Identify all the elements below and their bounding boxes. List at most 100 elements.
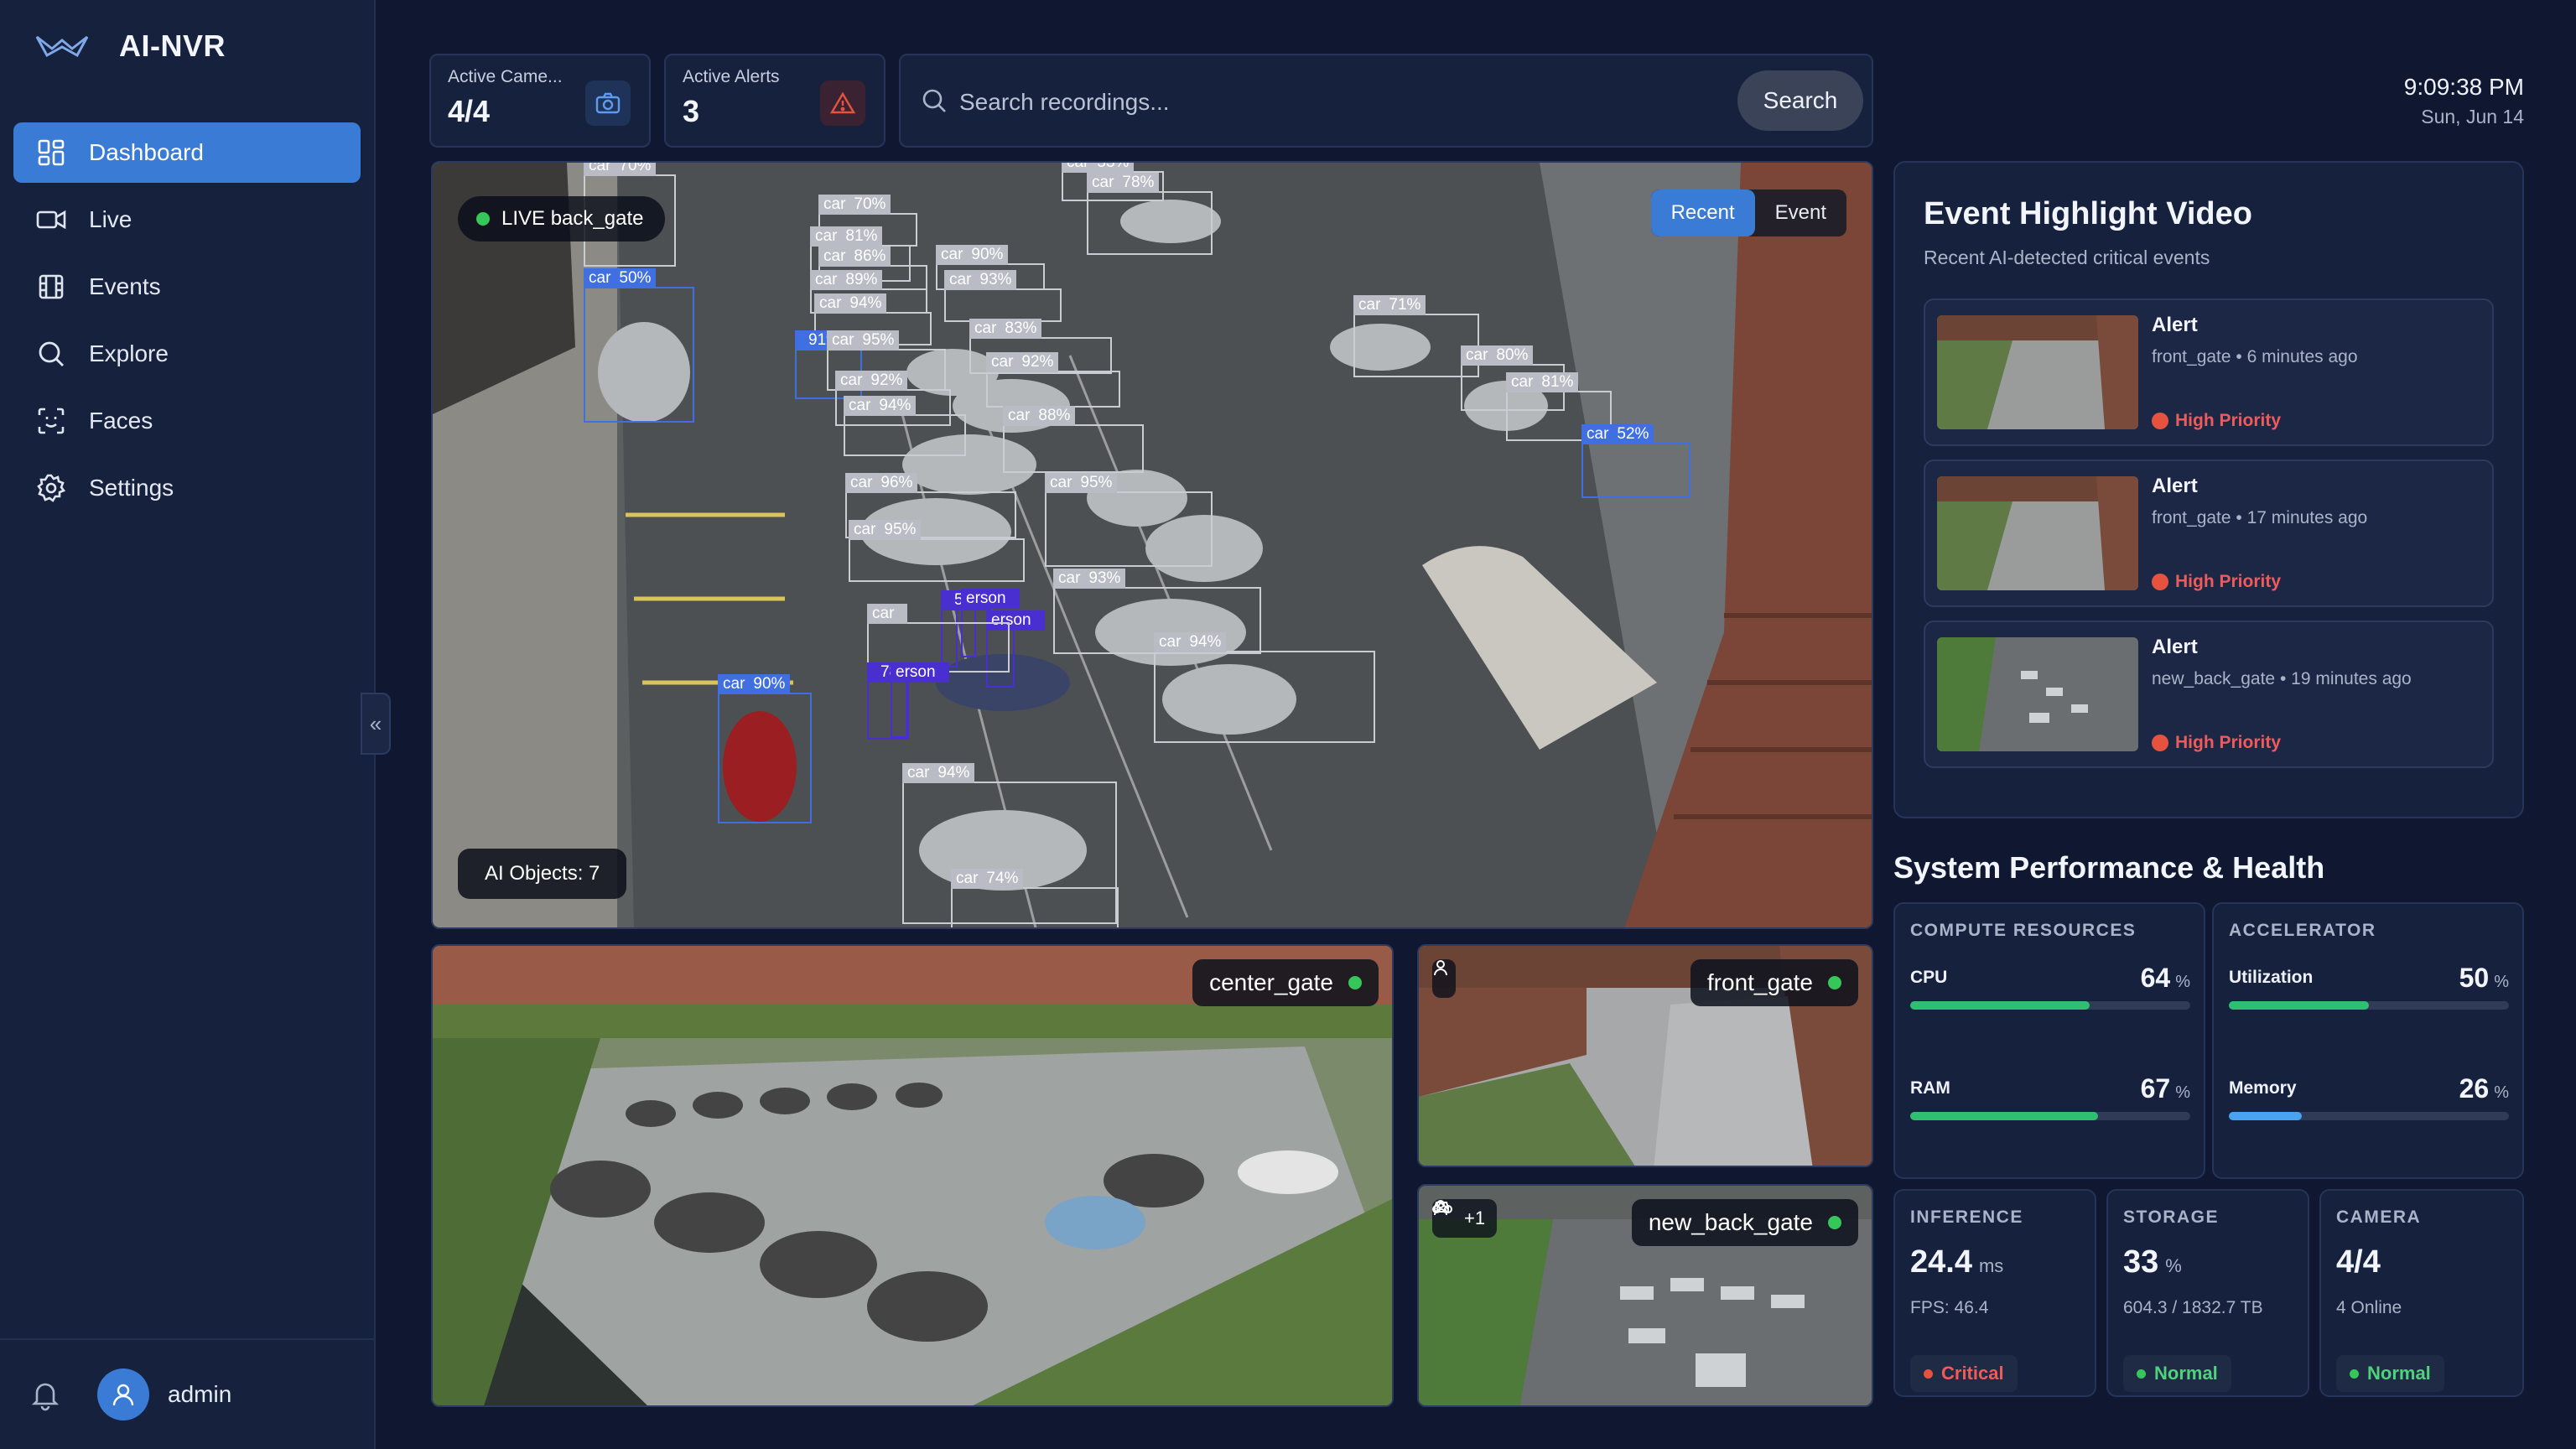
username[interactable]: admin <box>168 1381 231 1408</box>
detection-label: car <box>867 604 908 624</box>
event-thumbnail <box>1937 476 2138 590</box>
event-card[interactable]: Alert new_back_gate • 19 minutes ago Hig… <box>1924 621 2494 768</box>
metric-value: 67% <box>2140 1073 2190 1104</box>
storage-value: 33% <box>2123 1244 2182 1280</box>
detection-label: car 94% <box>902 763 975 783</box>
storage-panel: STORAGE 33% 604.3 / 1832.7 TB Normal <box>2106 1189 2309 1397</box>
priority-dot <box>2152 574 2168 590</box>
detection-box: erson <box>891 662 949 738</box>
detection-label: car 70% <box>818 195 891 215</box>
metric-label: Utilization <box>2229 968 2314 987</box>
detection-label: car 52% <box>1581 424 1654 444</box>
ai-objects-count: AI Objects: 7 <box>458 849 627 899</box>
compute-resources-panel: COMPUTE RESOURCES CPU 64% RAM 67% <box>1893 902 2205 1179</box>
warning-icon <box>820 80 865 126</box>
live-indicator: LIVE back_gate <box>458 196 666 242</box>
status-badge: Normal <box>2336 1355 2444 1392</box>
search-icon <box>35 338 67 370</box>
camera-tile-new-back-gate[interactable]: +1 new_back_gate <box>1417 1184 1873 1407</box>
avatar[interactable] <box>97 1368 149 1420</box>
event-title: Alert <box>2152 475 2198 497</box>
detection-label: car 81% <box>810 226 883 247</box>
sidebar-nav: Dashboard Live Events Explore Faces Sett… <box>13 122 361 525</box>
detection-box: car 94% <box>844 396 966 456</box>
view-toggle: Recent Event <box>1650 190 1846 236</box>
search-input[interactable] <box>958 75 1716 129</box>
detection-label: car 78% <box>1087 173 1160 193</box>
sidebar-item-dashboard[interactable]: Dashboard <box>13 122 361 183</box>
tab-event[interactable]: Event <box>1755 190 1846 236</box>
clock-time: 9:09:38 PM <box>2403 74 2524 100</box>
sidebar-item-faces[interactable]: Faces <box>13 391 361 451</box>
detection-label: car 96% <box>845 473 918 493</box>
utilization-bar <box>2229 1001 2509 1010</box>
main-camera-feed[interactable]: car 70% car 50% car 53% car 78% car 70% car 81… <box>431 161 1873 929</box>
detection-label: car 93% <box>944 270 1017 290</box>
detection-label: car 95% <box>849 520 922 540</box>
camera-name-label: new_back_gate <box>1631 1199 1858 1246</box>
tab-recent[interactable]: Recent <box>1650 190 1755 236</box>
event-card[interactable]: Alert front_gate • 17 minutes ago High P… <box>1924 460 2494 607</box>
app-name: AI-NVR <box>119 29 226 63</box>
detection-label: car 90% <box>718 674 791 694</box>
active-alerts-card: Active Alerts 3 <box>664 54 886 148</box>
panel-heading: CAMERA <box>2336 1208 2422 1227</box>
event-panel-title: Event Highlight Video <box>1924 196 2252 231</box>
sidebar-item-label: Faces <box>89 408 153 434</box>
bar-fill <box>2229 1112 2302 1120</box>
detection-label: car 94% <box>844 396 917 416</box>
event-meta: front_gate • 17 minutes ago <box>2152 508 2368 527</box>
detection-label: car 89% <box>810 270 883 290</box>
priority-badge: High Priority <box>2152 733 2281 753</box>
detection-label: car 81% <box>1506 372 1579 392</box>
sidebar-item-live[interactable]: Live <box>13 190 361 250</box>
film-icon <box>35 271 67 303</box>
bell-icon[interactable] <box>29 1378 62 1411</box>
chevron-double-left-icon: « <box>369 710 382 736</box>
event-meta: new_back_gate • 19 minutes ago <box>2152 669 2412 688</box>
panel-heading: INFERENCE <box>1910 1208 2023 1227</box>
sidebar-item-events[interactable]: Events <box>13 257 361 317</box>
event-panel-subtitle: Recent AI-detected critical events <box>1924 247 2210 268</box>
online-status-dot <box>1828 976 1841 989</box>
camera-tile-center-gate[interactable]: center_gate <box>431 944 1394 1407</box>
detection-box: car 95% <box>1045 473 1213 567</box>
panel-heading: ACCELERATOR <box>2229 921 2376 940</box>
camera-count-value: 4/4 <box>2336 1244 2381 1280</box>
live-camera-name: LIVE back_gate <box>501 207 644 230</box>
cameras-online: 4 Online <box>2336 1298 2402 1317</box>
collapse-sidebar-button[interactable]: « <box>361 693 391 755</box>
search-button[interactable]: Search <box>1737 70 1863 131</box>
sidebar-item-settings[interactable]: Settings <box>13 458 361 518</box>
detection-badge <box>1432 959 1456 998</box>
detection-box: car 52% <box>1581 424 1690 498</box>
detection-label: car 92% <box>986 352 1059 372</box>
event-card[interactable]: Alert front_gate • 6 minutes ago High Pr… <box>1924 299 2494 446</box>
metric-label: RAM <box>1910 1078 1950 1098</box>
event-title: Alert <box>2152 636 2198 658</box>
camera-tile-front-gate[interactable]: front_gate <box>1417 944 1873 1167</box>
panel-heading: COMPUTE RESOURCES <box>1910 921 2137 940</box>
event-thumbnail <box>1937 315 2138 429</box>
performance-title: System Performance & Health <box>1893 850 2325 885</box>
sidebar-item-explore[interactable]: Explore <box>13 324 361 384</box>
detection-label: car 88% <box>1003 406 1076 426</box>
detection-label: car 86% <box>818 247 891 267</box>
detection-box: car 93% <box>944 270 1062 322</box>
status-badge: Normal <box>2123 1355 2231 1392</box>
inference-fps: FPS: 46.4 <box>1910 1298 1989 1317</box>
detection-box: car 95% <box>849 520 1025 582</box>
metric-value: 64% <box>2140 963 2190 993</box>
center-gate-scene <box>433 946 1392 1405</box>
brand[interactable]: AI-NVR <box>35 29 226 64</box>
online-status-dot <box>1828 1216 1841 1229</box>
search-icon <box>921 87 948 118</box>
sidebar: AI-NVR Dashboard Live Events Explore Fac… <box>0 0 376 1449</box>
detection-label: car 92% <box>835 371 908 391</box>
bar-fill <box>1910 1112 2098 1120</box>
camera-health-panel: CAMERA 4/4 4 Online Normal <box>2319 1189 2524 1397</box>
dashboard-icon <box>35 137 67 169</box>
search-bar: Search <box>899 54 1873 148</box>
detection-box: car 78% <box>1087 173 1213 255</box>
detection-label: car 83% <box>969 319 1042 339</box>
